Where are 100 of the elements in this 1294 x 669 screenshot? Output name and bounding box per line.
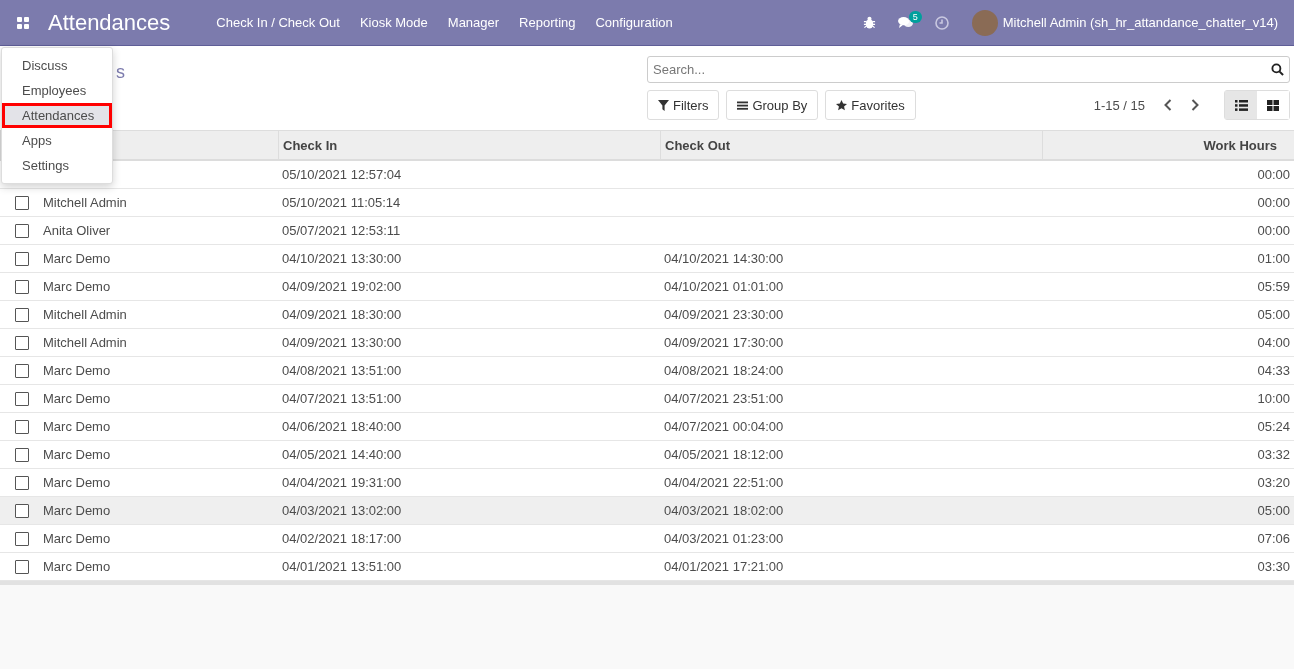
row-checkbox[interactable]	[15, 391, 29, 406]
table-cell-text: 04/03/2021 01:23:00	[663, 531, 785, 546]
menu-item[interactable]: Manager	[437, 15, 510, 30]
app-menu-item[interactable]: Attendances	[2, 103, 112, 128]
app-menu-item[interactable]: Discuss	[2, 53, 112, 78]
row-checkbox[interactable]	[15, 419, 29, 434]
row-checkbox[interactable]	[15, 363, 29, 378]
apps-grid-icon[interactable]	[17, 16, 29, 29]
row-checkbox[interactable]	[15, 503, 29, 518]
app-menu-item[interactable]: Employees	[2, 78, 112, 103]
table-cell-text: 01:00	[1256, 251, 1291, 266]
table-cell-text: 04/08/2021 18:24:00	[663, 363, 785, 378]
menu-item[interactable]: Kiosk Mode	[349, 15, 438, 30]
row-checkbox[interactable]	[15, 335, 29, 350]
row-checkbox[interactable]	[15, 475, 29, 490]
chat-icon[interactable]	[897, 16, 913, 29]
table-row[interactable]: Marc Demo 04/03/2021 13:02:00 04/03/2021 18:02:00 05:00	[0, 497, 1294, 525]
user-name[interactable]: Mitchell Admin (sh_hr_attandance_chatter_v14)	[1002, 15, 1278, 30]
grid-view-icon	[1267, 99, 1279, 111]
table-cell-text: Marc Demo	[42, 447, 112, 462]
table-cell-text: Marc Demo	[42, 419, 112, 434]
table-cell-text: Mitchell Admin	[42, 307, 128, 322]
table-row[interactable]: Marc Demo 04/09/2021 19:02:00 04/10/2021 01:01:00 05:59	[0, 273, 1294, 301]
table-cell-text: Marc Demo	[42, 531, 112, 546]
table-row[interactable]: Mitchell Admin 04/09/2021 18:30:00 04/09/2021 23:30:00 05:00	[0, 301, 1294, 329]
menu-item[interactable]: Check In / Check Out	[206, 15, 350, 30]
table-row[interactable]: Mitchell Admin 05/10/2021 11:05:14 00:00	[0, 189, 1294, 217]
table-cell-text: 10:00	[1256, 391, 1291, 406]
search-field[interactable]: Search...	[647, 56, 1290, 83]
table-row[interactable]: Marc Demo 04/10/2021 13:30:00 04/10/2021 14:30:00 01:00	[0, 245, 1294, 273]
table-cell-text: 04/01/2021 17:21:00	[663, 559, 785, 574]
menu-item[interactable]: Reporting	[509, 15, 586, 30]
table-cell-text: 04:00	[1256, 335, 1291, 350]
row-checkbox[interactable]	[15, 223, 29, 238]
table-cell-text: 04/07/2021 23:51:00	[663, 391, 785, 406]
list-lines-icon	[737, 99, 749, 111]
breadcrumb-title: s	[116, 62, 125, 83]
message-count-badge: 5	[908, 11, 922, 23]
star-icon	[836, 99, 848, 111]
table-cell-text: 04/06/2021 18:40:00	[281, 419, 403, 434]
table-cell-text: 04/09/2021 18:30:00	[281, 307, 403, 322]
view-switch-button[interactable]	[1225, 91, 1257, 119]
table-cell-text: 00:00	[1256, 167, 1291, 182]
table-row[interactable]: Marc Demo 04/02/2021 18:17:00 04/03/2021 01:23:00 07:06	[0, 525, 1294, 553]
table-cell-text: Mitchell Admin	[42, 195, 128, 210]
table-cell-text: Mitchell Admin	[42, 335, 128, 350]
table-cell-text: 00:00	[1256, 223, 1291, 238]
table-row[interactable]: Marc Demo 04/04/2021 19:31:00 04/04/2021 22:51:00 03:20	[0, 469, 1294, 497]
table-cell-text: 05:00	[1256, 307, 1291, 322]
toolbar-button[interactable]: Filters	[647, 90, 720, 120]
table-cell-text: 04/05/2021 18:12:00	[663, 447, 785, 462]
table-row[interactable]: Marc Demo 04/08/2021 13:51:00 04/08/2021 18:24:00 04:33	[0, 357, 1294, 385]
row-checkbox[interactable]	[15, 251, 29, 266]
table-cell-text: 00:00	[1256, 195, 1291, 210]
table-row[interactable]: Marc Demo 04/05/2021 14:40:00 04/05/2021 18:12:00 03:32	[0, 441, 1294, 469]
table-cell-text: 03:32	[1256, 447, 1291, 462]
table-cell-text: 04/09/2021 13:30:00	[281, 335, 403, 350]
table-cell-text: 04:33	[1256, 363, 1291, 378]
row-checkbox[interactable]	[15, 307, 29, 322]
table-cell-text: 04/04/2021 22:51:00	[663, 475, 785, 490]
row-checkbox[interactable]	[15, 447, 29, 462]
toolbar-button[interactable]: Favorites	[825, 90, 916, 120]
table-cell-text: 07:06	[1256, 531, 1291, 546]
table-row[interactable]: Marc Demo 04/07/2021 13:51:00 04/07/2021 23:51:00 10:00	[0, 385, 1294, 413]
table-cell-text: 04/09/2021 23:30:00	[663, 307, 785, 322]
table-cell-text: 04/03/2021 18:02:00	[663, 503, 785, 518]
next-icon[interactable]	[1191, 99, 1199, 111]
table-cell-text: 03:20	[1256, 475, 1291, 490]
bug-icon[interactable]	[862, 16, 876, 29]
table-cell-text: Marc Demo	[42, 363, 112, 378]
column-header[interactable]: Check In	[278, 131, 660, 159]
table-row[interactable]: Mitchell Admin 04/09/2021 13:30:00 04/09/2021 17:30:00 04:00	[0, 329, 1294, 357]
table-cell-text: 04/10/2021 01:01:00	[663, 279, 785, 294]
menu-item[interactable]: Configuration	[585, 15, 683, 30]
app-menu-item[interactable]: Apps	[2, 128, 112, 153]
previous-icon[interactable]	[1164, 99, 1172, 111]
toolbar-button[interactable]: Group By	[726, 90, 819, 120]
table-row[interactable]: Anita Oliver 05/07/2021 12:53:11 00:00	[0, 217, 1294, 245]
filter-icon	[658, 99, 669, 111]
table-cell-text: 05/10/2021 12:57:04	[281, 167, 403, 182]
table-row[interactable]: Marc Demo 04/06/2021 18:40:00 04/07/2021 00:04:00 05:24	[0, 413, 1294, 441]
row-checkbox[interactable]	[15, 195, 29, 210]
column-header[interactable]: Work Hours	[1042, 131, 1294, 159]
table-cell-text: 04/05/2021 14:40:00	[281, 447, 403, 462]
table-cell-text: 04/01/2021 13:51:00	[281, 559, 403, 574]
pager-value[interactable]: 1-15 / 15	[1093, 97, 1145, 113]
row-checkbox[interactable]	[15, 279, 29, 294]
table-cell-text: 04/07/2021 13:51:00	[281, 391, 403, 406]
app-title[interactable]: Attendances	[48, 9, 171, 36]
table-cell-text: 04/04/2021 19:31:00	[281, 475, 403, 490]
row-checkbox[interactable]	[15, 559, 29, 574]
table-cell-text: 05:00	[1256, 503, 1291, 518]
table-cell-text: 04/03/2021 13:02:00	[281, 503, 403, 518]
table-cell-text: 04/02/2021 18:17:00	[281, 531, 403, 546]
row-checkbox[interactable]	[15, 531, 29, 546]
column-header[interactable]: Check Out	[660, 131, 1042, 159]
table-cell-text: 05/07/2021 12:53:11	[281, 223, 402, 238]
table-row[interactable]: Marc Demo 04/01/2021 13:51:00 04/01/2021 17:21:00 03:30	[0, 553, 1294, 581]
table-cell-text: 04/10/2021 14:30:00	[663, 251, 785, 266]
table-cell-text: Marc Demo	[42, 503, 112, 518]
